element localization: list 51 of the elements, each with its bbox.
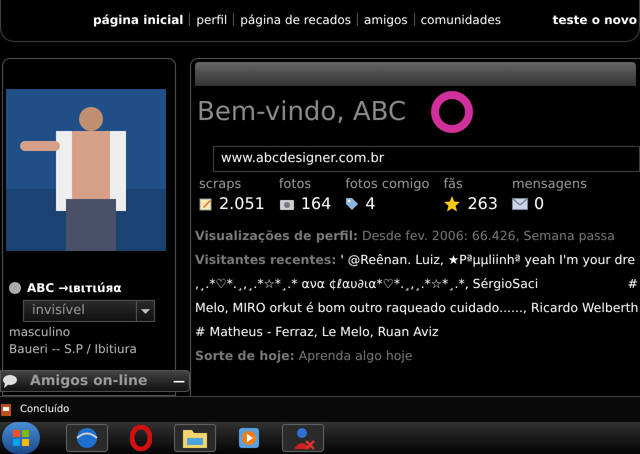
visitor-line[interactable]: # Matheus - Ferraz, Le Melo, Ruan Aviz [195,324,439,339]
windows-logo-icon [12,429,30,447]
taskbar-button[interactable] [66,424,108,452]
stat-value[interactable]: 164 [300,192,332,216]
friends-online-bar[interactable]: Amigos on-line — [0,370,190,392]
views-label: Visualizações de perfil: [195,227,358,245]
visitors-label: Visitantes recentes: [195,251,336,269]
visitor-mark: # [628,275,638,293]
stat-label: fãs [443,177,464,192]
page-icon [0,402,12,416]
nav-link[interactable]: comunidades [420,10,501,28]
luck-text: Aprenda algo hoje [298,347,413,365]
taskbar-button[interactable] [174,424,216,452]
notepad-pencil-icon [199,197,213,211]
luck-label: Sorte de hoje: [195,347,295,365]
stat-value[interactable]: 0 [534,192,544,216]
profile-detail: Baueri -- S.P / Ibitiura [9,341,138,358]
minimize-button[interactable]: — [173,375,185,387]
stat-label: scraps [199,177,242,192]
nav-link[interactable]: página inicial [93,10,184,28]
star-icon [443,195,462,213]
nav-link[interactable]: página de recados [240,10,351,28]
visitor-line[interactable]: ,¸.*♡*.¸,¸.*☆*¸.* ανα ¢ℓαυ∂ια*♡*.¸,¸.*☆*¸.*, SérgioSaci [195,272,538,296]
stat-label: fotos [278,177,312,192]
views-text: Desde fev. 2006: 66.426, Semana passa [362,227,615,245]
globe-icon[interactable] [74,425,100,451]
camera-icon [278,197,295,211]
visitor-line[interactable]: Melo, MIRO orkut é bom outro raqueado cuidado......, Ricardo Welberth [195,300,638,315]
friends-online-title: Amigos on-line [29,372,149,390]
stat-value[interactable]: 4 [365,192,376,216]
promo-link[interactable]: teste o novo [552,10,637,28]
url-field[interactable]: www.abcdesigner.com.br [213,146,640,172]
status-text: Concluído [20,403,70,417]
speech-bubble-icon [2,373,18,389]
nav-link[interactable]: amigos [364,10,408,28]
stat-value[interactable]: 2.051 [219,192,265,216]
envelope-icon [512,198,528,210]
stat-value[interactable]: 263 [467,192,498,216]
start-button[interactable] [2,422,40,454]
user-name: ABC →ιвιтιúяα [27,280,122,297]
nav-link[interactable]: perfil [196,10,228,28]
ring-icon [430,90,474,134]
tag-icon [345,197,360,211]
stat-label: mensagens [512,177,587,192]
ring-icon[interactable] [130,425,152,451]
visitor-line[interactable]: ' @Reênan. Luiz, ★Pªµµliinhª yeah I'm your dre [340,248,636,272]
status-dropdown[interactable]: invisível [23,300,155,322]
welcome-title: Bem-vindo, ABC [197,96,406,128]
profile-detail: masculino [9,324,72,341]
play-icon[interactable] [237,426,261,450]
stat-label: fotos comigo [345,177,430,192]
